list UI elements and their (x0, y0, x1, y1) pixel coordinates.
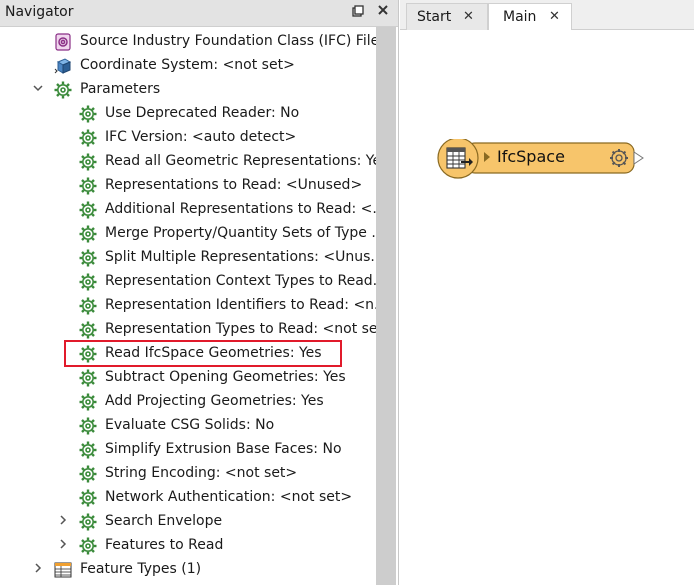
tree-item-label: Additional Representations to Read: <... (105, 201, 376, 217)
navigator-title-bar: Navigator (0, 0, 398, 27)
gear-icon (78, 416, 98, 436)
gear-icon (78, 176, 98, 196)
tree-item-label: Representation Types to Read: <not se... (105, 321, 376, 337)
coordinate-system-icon (53, 56, 73, 76)
tab-start[interactable]: Start ✕ (406, 3, 488, 30)
tree-item[interactable]: Feature Types (1) (0, 558, 376, 582)
tree-item-label: IFC Version: <auto detect> (105, 129, 297, 145)
tree-item[interactable]: Additional Representations to Read: <... (0, 198, 376, 222)
tree-item[interactable]: Representation Context Types to Read... (0, 270, 376, 294)
tree-item[interactable]: Evaluate CSG Solids: No (0, 414, 376, 438)
tree-item[interactable]: Representations to Read: <Unused> (0, 174, 376, 198)
gear-icon (78, 104, 98, 124)
tab-main-close-icon[interactable]: ✕ (549, 9, 560, 24)
tree-item[interactable]: Read all Geometric Representations: Yes (0, 150, 376, 174)
feature-types-icon (53, 560, 73, 580)
tree-item[interactable]: Use Deprecated Reader: No (0, 102, 376, 126)
tree-item-label: String Encoding: <not set> (105, 465, 298, 481)
chevron-right-icon[interactable] (57, 538, 69, 552)
tree-item-label: Add Projecting Geometries: Yes (105, 393, 324, 409)
tree-item[interactable]: Add Projecting Geometries: Yes (0, 390, 376, 414)
chevron-right-icon[interactable] (32, 562, 44, 576)
tree-item-label: Use Deprecated Reader: No (105, 105, 300, 121)
gear-icon (78, 248, 98, 268)
tree-item-label: Subtract Opening Geometries: Yes (105, 369, 346, 385)
tree-item[interactable]: Subtract Opening Geometries: Yes (0, 366, 376, 390)
gear-icon (78, 152, 98, 172)
gear-icon (78, 368, 98, 388)
tree-item[interactable]: Simplify Extrusion Base Faces: No (0, 438, 376, 462)
navigator-tree: Source Industry Foundation Class (IFC) F… (0, 27, 376, 585)
tree-item[interactable]: Split Multiple Representations: <Unus... (0, 246, 376, 270)
close-icon[interactable] (375, 4, 391, 20)
gear-icon (78, 464, 98, 484)
tree-item-label: Search Envelope (105, 513, 223, 529)
tree-item-label: Source Industry Foundation Class (IFC) F… (80, 33, 376, 49)
gear-icon (78, 392, 98, 412)
gear-icon (78, 272, 98, 292)
gear-icon (78, 320, 98, 340)
tree-item-label: Split Multiple Representations: <Unus... (105, 249, 376, 265)
gear-icon (78, 128, 98, 148)
tree-item-label: Network Authentication: <not set> (105, 489, 353, 505)
gear-icon (78, 224, 98, 244)
gear-icon (78, 440, 98, 460)
tree-item-label: Read all Geometric Representations: Yes (105, 153, 376, 169)
gear-icon (78, 512, 98, 532)
tree-item-label: Representation Context Types to Read... (105, 273, 376, 289)
tab-main[interactable]: Main ✕ (488, 3, 572, 30)
workspace-canvas[interactable] (400, 30, 694, 585)
node-label: IfcSpace (497, 147, 565, 166)
tree-item-label: Feature Types (1) (80, 561, 202, 577)
chevron-right-icon[interactable] (57, 514, 69, 528)
vertical-scrollbar-thumb[interactable] (376, 27, 396, 585)
tree-item[interactable]: Features to Read (0, 534, 376, 558)
tree-item-label: Coordinate System: <not set> (80, 57, 295, 73)
tree-item-label: Features to Read (105, 537, 224, 553)
tree-item[interactable]: Network Authentication: <not set> (0, 486, 376, 510)
tab-start-label: Start (417, 9, 452, 25)
pin-icon[interactable] (350, 4, 366, 20)
tab-main-label: Main (503, 9, 537, 25)
tree-item-label: Evaluate CSG Solids: No (105, 417, 275, 433)
source-dataset-icon (53, 32, 73, 52)
tree-item[interactable]: Search Envelope (0, 510, 376, 534)
tree-item[interactable]: IFC Version: <auto detect> (0, 126, 376, 150)
tree-item[interactable]: Representation Identifiers to Read: <n..… (0, 294, 376, 318)
gear-icon (78, 488, 98, 508)
tab-start-close-icon[interactable]: ✕ (463, 9, 474, 24)
navigator-panel: Navigator Source Industry Foundation Cla… (0, 0, 399, 585)
gear-icon (78, 200, 98, 220)
tree-item[interactable]: Representation Types to Read: <not se... (0, 318, 376, 342)
gear-icon (53, 80, 73, 100)
tree-item-label: Representation Identifiers to Read: <n..… (105, 297, 376, 313)
highlight-box (64, 340, 342, 367)
ifcspace-reader-node[interactable]: IfcSpace (436, 137, 644, 179)
navigator-title: Navigator (5, 4, 74, 20)
tree-item[interactable]: Coordinate System: <not set> (0, 54, 376, 78)
tree-item[interactable]: Merge Property/Quantity Sets of Type ... (0, 222, 376, 246)
tree-item-label: Merge Property/Quantity Sets of Type ... (105, 225, 376, 241)
gear-icon (78, 296, 98, 316)
tree-item[interactable]: String Encoding: <not set> (0, 462, 376, 486)
tree-item-label: Parameters (80, 81, 161, 97)
gear-icon (78, 536, 98, 556)
tree-item-label: Representations to Read: <Unused> (105, 177, 363, 193)
tree-item[interactable]: Parameters (0, 78, 376, 102)
tree-item[interactable]: Source Industry Foundation Class (IFC) F… (0, 30, 376, 54)
chevron-down-icon[interactable] (32, 82, 44, 96)
tab-bar: Start ✕ Main ✕ (400, 0, 694, 30)
tree-item-label: Simplify Extrusion Base Faces: No (105, 441, 342, 457)
